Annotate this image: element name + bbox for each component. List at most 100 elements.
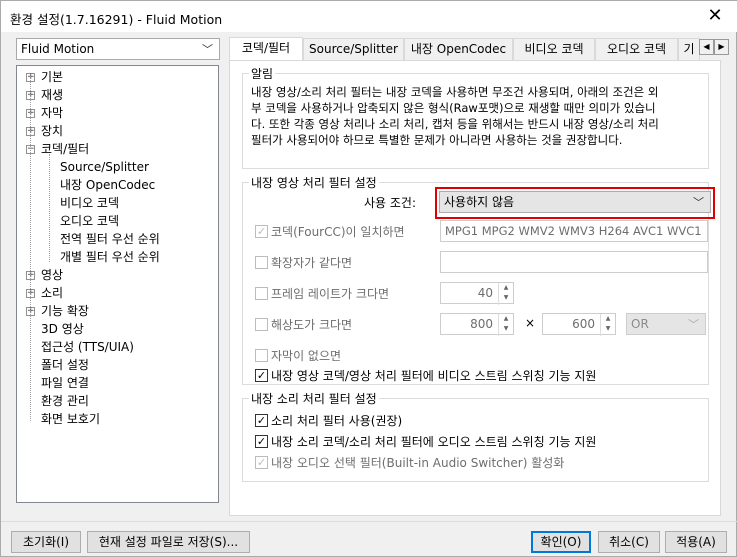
profile-dropdown[interactable]: Fluid Motion ﹀ (16, 38, 220, 60)
audio-switch-label: 내장 소리 코덱/소리 처리 필터에 오디오 스트림 스위칭 기능 지원 (271, 435, 597, 449)
reset-button[interactable]: 초기화(I) (11, 531, 81, 553)
tree-item-label: 기능 확장 (41, 304, 89, 318)
tree-item-label: 환경 관리 (41, 394, 89, 408)
tree-item[interactable]: 3D 영상 (41, 320, 84, 338)
tree-item[interactable]: 환경 관리 (41, 392, 89, 410)
tree-item[interactable]: 폴더 설정 (41, 356, 89, 374)
resolution-height-input[interactable]: 600 ▲ ▼ (542, 313, 616, 336)
tab-bar: 코덱/필터 Source/Splitter 내장 OpenCodec 비디오 코… (229, 37, 721, 62)
video-filter-title: 내장 영상 처리 필터 설정 (249, 174, 379, 191)
no-subtitle-checkbox[interactable] (255, 349, 268, 362)
tree-item-label: 내장 OpenCodec (60, 178, 156, 192)
tab-scroll-right-icon[interactable]: ▶ (714, 39, 729, 55)
tree-item[interactable]: 파일 연결 (41, 374, 89, 392)
tab-source-splitter[interactable]: Source/Splitter (303, 38, 404, 60)
framerate-spinner[interactable]: ▲ ▼ (498, 283, 513, 305)
resolution-height-value: 600 (572, 317, 595, 331)
tree-item-label: 영상 (41, 268, 64, 282)
tree-item-label: Source/Splitter (60, 160, 149, 174)
resolution-width-value: 800 (470, 317, 493, 331)
tree-item-label: 전역 필터 우선 순위 (60, 232, 160, 246)
tree-item-label: 소리 (41, 286, 64, 300)
audio-filter-title: 내장 소리 처리 필터 설정 (249, 390, 379, 407)
tree-connector (49, 154, 50, 262)
tree-item[interactable]: 영상 (41, 266, 63, 284)
tree-item-label: 자막 (41, 106, 64, 120)
tree-item[interactable]: 전역 필터 우선 순위 (60, 230, 160, 248)
tree-item-label: 장치 (41, 124, 64, 138)
tab-label: 기 (683, 42, 695, 56)
framerate-checkbox[interactable] (255, 287, 268, 300)
tree-item[interactable]: 재생 (41, 86, 63, 104)
fourcc-checkbox[interactable]: ✓ (255, 225, 268, 238)
extension-checkbox[interactable] (255, 256, 268, 269)
extension-input[interactable] (440, 251, 708, 273)
tree-item-label: 화면 보호기 (41, 412, 101, 426)
notice-line: 부 코덱을 사용하거나 압축되지 않은 형식(Raw포맷)으로 재생할 때만 의… (251, 101, 656, 115)
chevron-down-icon: ﹀ (688, 318, 699, 331)
tree-item[interactable]: 오디오 코덱 (60, 212, 119, 230)
divider (1, 521, 737, 522)
tab-codec-filter[interactable]: 코덱/필터 (229, 37, 303, 62)
tree-item[interactable]: 접근성 (TTS/UIA) (41, 338, 134, 356)
ok-button[interactable]: 확인(O) (531, 531, 591, 553)
preferences-window: 환경 설정(1.7.16291) - Fluid Motion ✕ Fluid … (0, 0, 737, 557)
tree-item[interactable]: 기능 확장 (41, 302, 89, 320)
tab-label: 오디오 코덱 (606, 42, 666, 56)
tab-label: 코덱/필터 (241, 41, 291, 55)
tab-scroll-left-icon[interactable]: ◀ (699, 39, 714, 55)
tab-label: 내장 OpenCodec (410, 42, 507, 56)
tree-connector (30, 76, 31, 421)
tree-item[interactable]: 기본 (41, 68, 63, 86)
tree-item[interactable]: 비디오 코덱 (60, 194, 119, 212)
notice-line: 다. 또한 각종 영상 처리나 소리 처리, 캡처 등을 위해서는 반드시 내장… (251, 117, 659, 131)
audio-filter-checkbox[interactable]: ✓ (255, 414, 268, 427)
tree-item[interactable]: 장치 (41, 122, 63, 140)
tab-more[interactable]: 기 (678, 38, 700, 60)
tree-item[interactable]: Source/Splitter (60, 158, 149, 176)
notice-group: 알림 내장 영상/소리 처리 필터는 내장 코덱을 사용하면 무조건 사용되며,… (242, 65, 709, 169)
resolution-operator-dropdown[interactable]: OR ﹀ (626, 313, 706, 335)
framerate-input[interactable]: 40 ▲ ▼ (440, 282, 514, 305)
tab-audio-codec[interactable]: 오디오 코덱 (595, 38, 678, 60)
tree-item-label: 접근성 (TTS/UIA) (41, 340, 134, 354)
audio-switch-checkbox[interactable]: ✓ (255, 435, 268, 448)
title-bar: 환경 설정(1.7.16291) - Fluid Motion ✕ (1, 1, 737, 32)
builtin-audio-checkbox[interactable]: ✓ (255, 456, 268, 469)
framerate-label: 프레임 레이트가 크다면 (271, 287, 390, 301)
tree-item[interactable]: 화면 보호기 (41, 410, 100, 428)
tree-item[interactable]: 자막 (41, 104, 63, 122)
tab-label: Source/Splitter (309, 42, 398, 56)
tree-item-label: 개별 필터 우선 순위 (60, 250, 160, 264)
apply-button[interactable]: 적용(A) (665, 531, 727, 553)
tree-item-label: 파일 연결 (41, 376, 89, 390)
fourcc-input[interactable]: MPG1 MPG2 WMV2 WMV3 H264 AVC1 WVC1 (440, 220, 708, 242)
tab-video-codec[interactable]: 비디오 코덱 (513, 38, 595, 60)
resolution-width-input[interactable]: 800 ▲ ▼ (440, 313, 514, 336)
builtin-audio-label: 내장 오디오 선택 필터(Built-in Audio Switcher) 활성… (271, 456, 565, 470)
close-icon[interactable]: ✕ (692, 1, 737, 32)
resolution-checkbox[interactable] (255, 318, 268, 331)
audio-filter-label: 소리 처리 필터 사용(권장) (271, 414, 403, 428)
framerate-value: 40 (477, 286, 493, 300)
resolution-operator-value: OR (631, 317, 649, 331)
tree-item[interactable]: 소리 (41, 284, 63, 302)
tree-item-label: 재생 (41, 88, 64, 102)
condition-dropdown[interactable]: 사용하지 않음 ﹀ (439, 191, 711, 213)
save-settings-button[interactable]: 현재 설정 파일로 저장(S)... (87, 531, 250, 553)
notice-title: 알림 (249, 65, 276, 82)
tab-panel: 알림 내장 영상/소리 처리 필터는 내장 코덱을 사용하면 무조건 사용되며,… (229, 60, 721, 516)
condition-label: 사용 조건: (364, 196, 417, 210)
resolution-width-spinner[interactable]: ▲ ▼ (498, 314, 513, 336)
video-switch-checkbox[interactable]: ✓ (255, 369, 268, 382)
tree-item[interactable]: 내장 OpenCodec (60, 176, 155, 194)
cancel-button[interactable]: 취소(C) (598, 531, 660, 553)
settings-tree[interactable]: 기본 + 재생 + 자막 + 장치 + 코덱/필터 − Source/Splitter 내장 Open… (16, 65, 219, 503)
tab-label: 비디오 코덱 (524, 42, 584, 56)
tree-item[interactable]: 개별 필터 우선 순위 (60, 248, 160, 266)
times-sign: × (525, 316, 536, 330)
tab-opencodec[interactable]: 내장 OpenCodec (404, 38, 513, 60)
audio-filter-group: 내장 소리 처리 필터 설정 ✓ 소리 처리 필터 사용(권장) ✓ 내장 소리… (242, 390, 709, 482)
resolution-height-spinner[interactable]: ▲ ▼ (600, 314, 615, 336)
video-filter-group: 내장 영상 처리 필터 설정 사용 조건: 사용하지 않음 ﹀ ✓ 코덱(Fou… (242, 174, 715, 385)
